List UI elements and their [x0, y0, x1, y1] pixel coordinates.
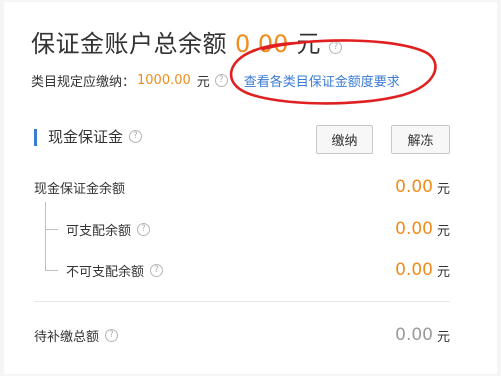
- category-requirement: 类目规定应缴纳： 1000.00 元 ? 查看各类目保证金额度要求: [31, 71, 400, 90]
- section-title: 现金保证金 ?: [48, 126, 143, 147]
- requirement-amount: 1000.00: [137, 73, 191, 88]
- cash-balance-amount: 0.00: [395, 177, 433, 197]
- cash-balance-unit: 元: [436, 181, 450, 197]
- cash-balance-label-text: 现金保证金余额: [34, 181, 126, 197]
- pending-payment-label-text: 待补缴总额: [34, 329, 100, 345]
- pending-payment-amount: 0.00: [395, 325, 433, 345]
- section-divider: [34, 301, 450, 302]
- cash-balance-row: 现金保证金余额 0.00 元: [34, 175, 450, 199]
- pending-payment-label: 待补缴总额 ?: [34, 326, 119, 345]
- unavailable-balance-label-text: 不可支配余额: [66, 264, 145, 280]
- account-total-header: 保证金账户总余额 0.00 元 ?: [31, 24, 343, 64]
- page-title: 保证金账户总余额: [31, 30, 227, 58]
- available-balance-label: 可支配余额 ?: [66, 220, 151, 239]
- question-circle-icon[interactable]: ?: [150, 263, 164, 277]
- available-balance-row: 可支配余额 ? 0.00 元: [34, 217, 450, 241]
- section-accent-bar: [34, 129, 37, 146]
- question-circle-icon[interactable]: ?: [329, 41, 343, 54]
- unavailable-balance-row: 不可支配余额 ? 0.00 元: [34, 258, 450, 282]
- section-title-text: 现金保证金: [48, 128, 124, 146]
- available-balance-amount: 0.00: [395, 219, 433, 239]
- unavailable-balance-label: 不可支配余额 ?: [66, 261, 164, 280]
- unfreeze-button[interactable]: 解冻: [391, 125, 450, 154]
- unavailable-balance-amount: 0.00: [395, 260, 433, 280]
- total-balance-unit: 元: [296, 30, 321, 58]
- view-category-requirements-link[interactable]: 查看各类目保证金额度要求: [244, 71, 400, 90]
- requirement-unit: 元: [196, 75, 210, 90]
- requirement-label: 类目规定应缴纳：: [31, 75, 136, 90]
- question-circle-icon[interactable]: ?: [105, 328, 119, 342]
- question-circle-icon[interactable]: ?: [129, 130, 143, 143]
- cash-balance-label: 现金保证金余额: [34, 178, 125, 197]
- pending-payment-unit: 元: [436, 329, 450, 345]
- pending-payment-row: 待补缴总额 ? 0.00 元: [34, 323, 450, 347]
- available-balance-label-text: 可支配余额: [66, 223, 132, 239]
- unavailable-balance-unit: 元: [436, 264, 450, 280]
- cash-margin-section-header: 现金保证金 ? 缴纳 解冻: [34, 125, 450, 155]
- question-circle-icon[interactable]: ?: [137, 222, 151, 236]
- pay-button[interactable]: 缴纳: [316, 125, 373, 154]
- total-balance-amount: 0.00: [235, 30, 289, 58]
- question-circle-icon[interactable]: ?: [214, 74, 228, 87]
- available-balance-unit: 元: [436, 223, 450, 239]
